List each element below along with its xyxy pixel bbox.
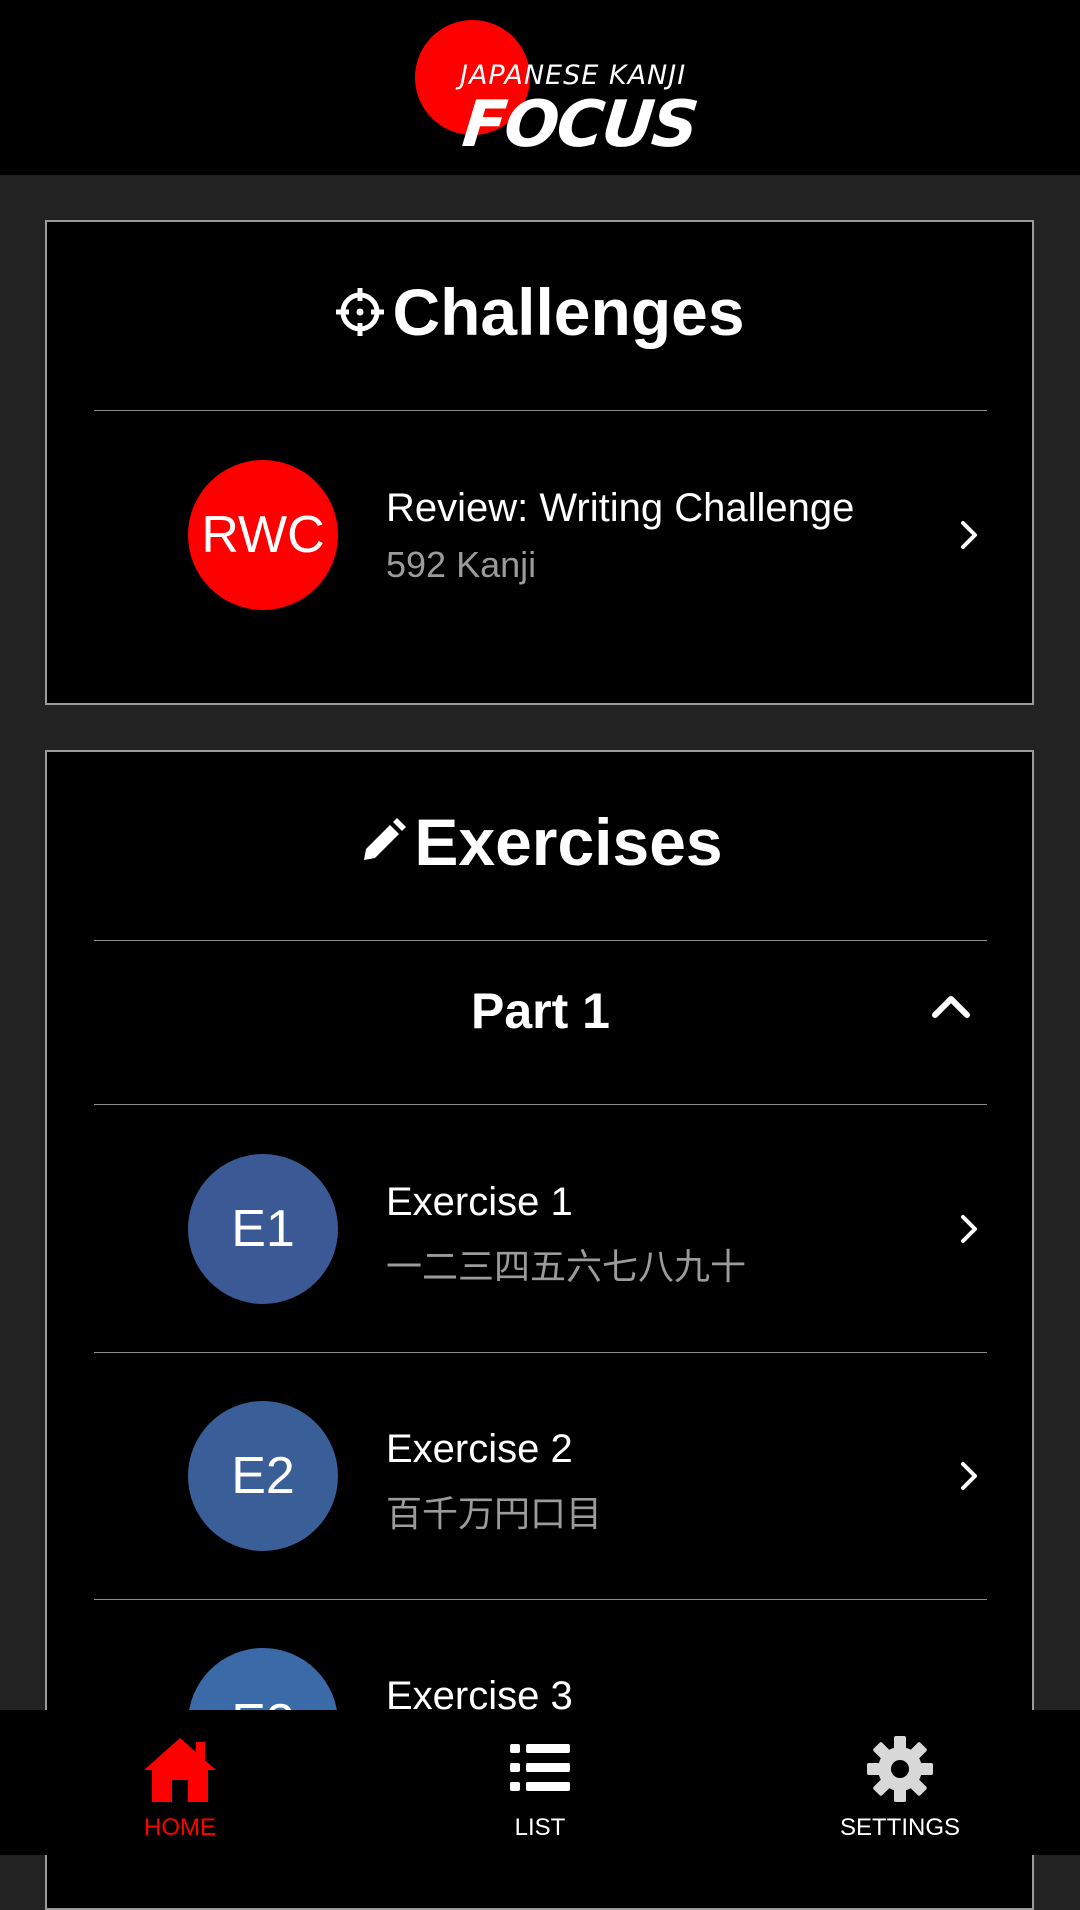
divider <box>94 1352 987 1353</box>
exercise-title: Exercise 1 <box>386 1180 573 1224</box>
exercise-kanji: 百千万円口目 <box>386 1493 603 1534</box>
nav-list-label: LIST <box>514 1814 566 1841</box>
list-icon <box>510 1744 570 1791</box>
part-label: Part 1 <box>471 983 610 1039</box>
challenge-subtitle: 592 Kanji <box>386 544 537 585</box>
chevron-right-icon <box>961 1462 977 1490</box>
logo-line1: JAPANESE KANJI <box>460 60 687 91</box>
exercises-heading: Exercises <box>47 797 1032 887</box>
divider <box>94 1104 987 1105</box>
challenges-title: Challenges <box>392 275 745 349</box>
exercise-row-2[interactable]: E2 Exercise 2 百千万円口目 <box>94 1401 987 1551</box>
chevron-up-icon <box>932 996 970 1018</box>
challenge-avatar: RWC <box>188 460 338 610</box>
nav-home[interactable]: HOME <box>70 1710 290 1855</box>
app-logo: JAPANESE KANJI FOCUS <box>415 20 700 165</box>
nav-settings-label: SETTINGS <box>839 1814 960 1841</box>
exercise-title: Exercise 2 <box>386 1427 573 1471</box>
exercise-kanji: 一二三四五六七八九十 <box>386 1246 747 1287</box>
app-header: JAPANESE KANJI FOCUS <box>0 0 1080 175</box>
pencil-icon <box>364 818 407 860</box>
chevron-right-icon <box>961 521 977 549</box>
bottom-nav: HOME LIST SETTINGS <box>0 1710 1080 1855</box>
exercises-title: Exercises <box>414 805 723 879</box>
chevron-right-icon <box>961 1215 977 1243</box>
challenge-row-rwc[interactable]: RWC Review: Writing Challenge 592 Kanji <box>94 460 987 610</box>
nav-list[interactable]: LIST <box>430 1710 650 1855</box>
logo-line2: FOCUS <box>459 88 701 162</box>
exercise-row-1[interactable]: E1 Exercise 1 一二三四五六七八九十 <box>94 1154 987 1304</box>
challenges-heading: Challenges <box>47 267 1032 357</box>
nav-settings[interactable]: SETTINGS <box>790 1710 1010 1855</box>
home-icon <box>144 1738 216 1802</box>
exercise-avatar: E2 <box>188 1401 338 1551</box>
exercise-avatar: E1 <box>188 1154 338 1304</box>
divider <box>94 410 987 411</box>
gear-icon <box>867 1736 933 1802</box>
crosshair-icon <box>336 288 385 336</box>
challenges-card: Challenges RWC Review: Writing Challenge… <box>45 220 1034 705</box>
divider <box>94 1599 987 1600</box>
part-1-toggle[interactable]: Part 1 <box>94 927 987 1087</box>
nav-home-label: HOME <box>144 1814 216 1841</box>
challenge-title: Review: Writing Challenge <box>386 486 855 530</box>
